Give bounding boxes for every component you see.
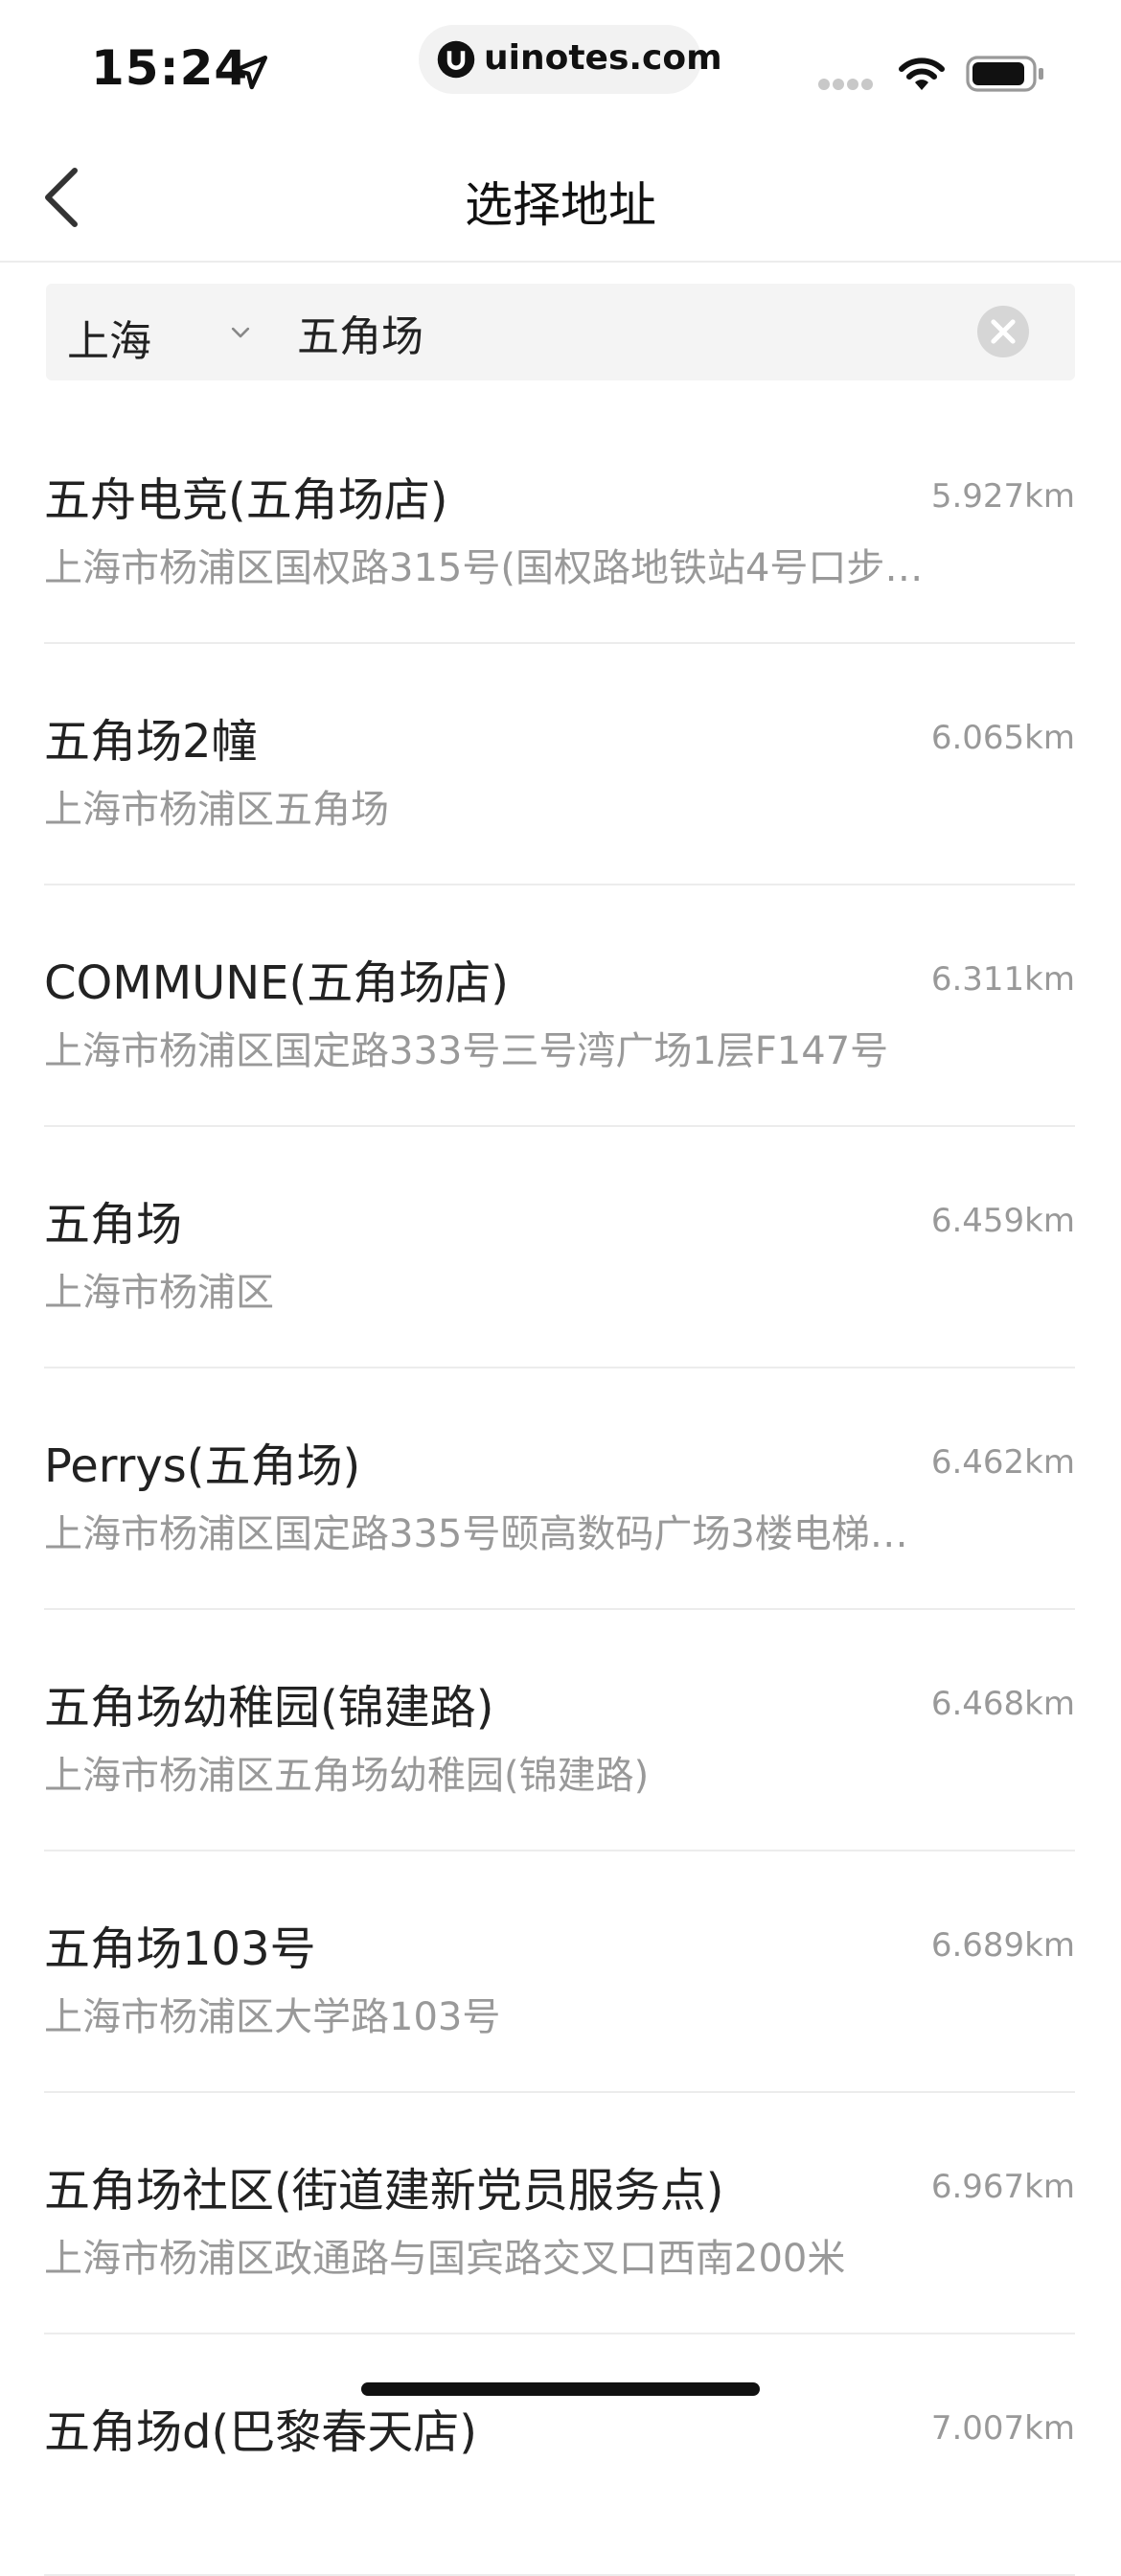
result-name: 五角场社区(街道建新党员服务点)	[44, 2164, 724, 2218]
address-result-item[interactable]: 五角场103号 6.689km 上海市杨浦区大学路103号	[0, 1852, 1121, 2093]
result-name: 五角场	[44, 1198, 183, 1252]
result-name: 五角场幼稚园(锦建路)	[44, 1681, 494, 1735]
cellular-signal-icon	[818, 79, 873, 90]
search-input[interactable]	[297, 299, 987, 366]
url-text: uinotes.com	[484, 38, 722, 78]
result-address: 上海市杨浦区国定路335号颐高数码广场3楼电梯…	[44, 1512, 908, 1556]
chevron-down-icon	[231, 327, 250, 338]
result-name: 五舟电竞(五角场店)	[44, 473, 448, 527]
result-distance: 7.007km	[930, 2409, 1075, 2448]
battery-icon	[966, 56, 1043, 92]
status-bar: 15:24 uinotes.com	[0, 0, 1121, 134]
result-address: 上海市杨浦区国权路315号(国权路地铁站4号口步…	[44, 546, 924, 590]
result-distance: 5.927km	[930, 477, 1075, 516]
city-selector[interactable]: 上海	[67, 284, 307, 380]
city-label: 上海	[67, 317, 151, 366]
result-distance: 6.967km	[930, 2168, 1075, 2206]
address-result-item[interactable]: Perrys(五角场) 6.462km 上海市杨浦区国定路335号颐高数码广场3…	[0, 1368, 1121, 1610]
address-result-item[interactable]: 五角场 6.459km 上海市杨浦区	[0, 1127, 1121, 1368]
result-distance: 6.459km	[930, 1202, 1075, 1240]
result-address: 上海市杨浦区	[44, 1271, 274, 1315]
address-result-item[interactable]: COMMUNE(五角场店) 6.311km 上海市杨浦区国定路333号三号湾广场…	[0, 886, 1121, 1127]
address-result-item[interactable]: 五角场d(巴黎春天店) 7.007km	[0, 2334, 1121, 2576]
result-name: 五角场103号	[44, 1922, 316, 1976]
address-results-list: 五舟电竞(五角场店) 5.927km 上海市杨浦区国权路315号(国权路地铁站4…	[0, 402, 1121, 2576]
address-result-item[interactable]: 五角场幼稚园(锦建路) 6.468km 上海市杨浦区五角场幼稚园(锦建路)	[0, 1610, 1121, 1852]
home-indicator	[361, 2382, 760, 2396]
result-address: 上海市杨浦区大学路103号	[44, 1995, 501, 2039]
result-name: 五角场d(巴黎春天店)	[44, 2405, 477, 2459]
result-distance: 6.065km	[930, 719, 1075, 757]
page-title: 选择地址	[465, 177, 656, 233]
result-address: 上海市杨浦区政通路与国宾路交叉口西南200米	[44, 2237, 846, 2281]
address-result-item[interactable]: 五角场2幢 6.065km 上海市杨浦区五角场	[0, 644, 1121, 886]
wifi-icon	[899, 58, 945, 90]
address-result-item[interactable]: 五舟电竞(五角场店) 5.927km 上海市杨浦区国权路315号(国权路地铁站4…	[0, 402, 1121, 644]
result-distance: 6.462km	[930, 1443, 1075, 1482]
address-result-item[interactable]: 五角场社区(街道建新党员服务点) 6.967km 上海市杨浦区政通路与国宾路交叉…	[0, 2093, 1121, 2334]
location-arrow-icon	[232, 55, 268, 90]
result-address: 上海市杨浦区五角场	[44, 788, 389, 832]
result-address: 上海市杨浦区国定路333号三号湾广场1层F147号	[44, 1029, 889, 1073]
result-name: 五角场2幢	[44, 715, 258, 769]
result-distance: 6.689km	[930, 1926, 1075, 1965]
url-pill[interactable]: uinotes.com	[419, 25, 722, 94]
clear-search-icon[interactable]	[977, 306, 1029, 357]
uinotes-logo-icon	[437, 40, 475, 79]
result-address: 上海市杨浦区五角场幼稚园(锦建路)	[44, 1754, 650, 1798]
search-bar: 上海	[46, 284, 1075, 380]
status-time: 15:24	[91, 40, 249, 96]
result-distance: 6.468km	[930, 1685, 1075, 1723]
result-name: Perrys(五角场)	[44, 1439, 361, 1493]
result-name: COMMUNE(五角场店)	[44, 956, 509, 1010]
result-distance: 6.311km	[930, 960, 1075, 999]
navigation-bar: 选择地址	[0, 134, 1121, 263]
